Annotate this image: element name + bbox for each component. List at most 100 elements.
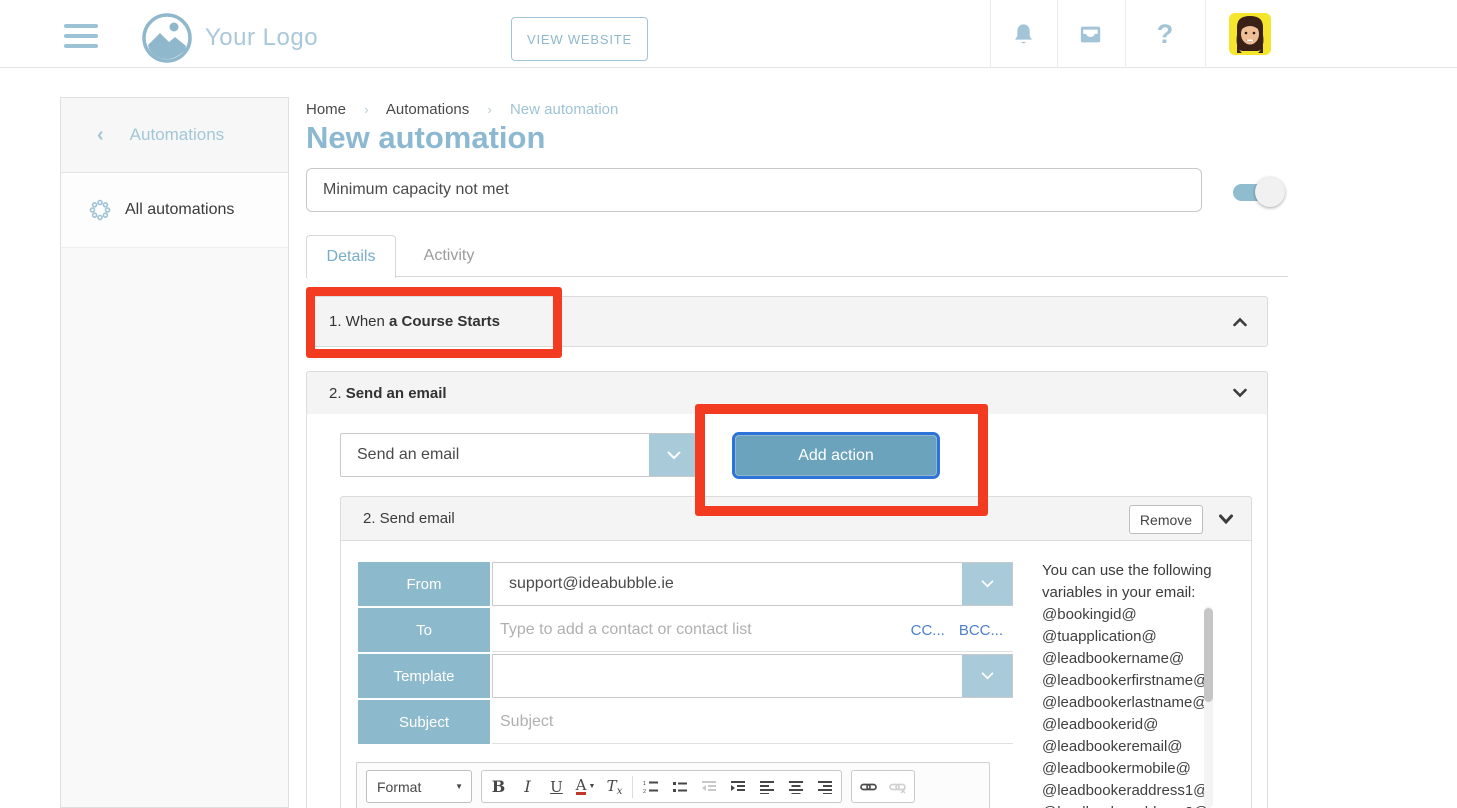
variables-scrollbar-track[interactable]: [1204, 606, 1213, 808]
remove-action-button[interactable]: Remove: [1129, 505, 1203, 534]
tab-details[interactable]: Details: [306, 235, 396, 278]
cc-link[interactable]: CC...: [911, 622, 945, 639]
automation-enabled-toggle[interactable]: [1233, 177, 1285, 207]
link-icon: [860, 780, 877, 794]
editor-button-group: B I U A ▼ Tx 12: [481, 770, 842, 803]
underline-button[interactable]: U: [542, 773, 571, 801]
breadcrumb-automations[interactable]: Automations: [386, 101, 469, 118]
action-type-select[interactable]: Send an email: [340, 433, 700, 477]
color-caret-icon: ▼: [588, 783, 595, 790]
breadcrumb-separator: ›: [487, 102, 491, 117]
view-website-button[interactable]: VIEW WEBSITE: [511, 17, 648, 61]
automation-name-input[interactable]: [306, 168, 1202, 212]
chevron-down-icon: [667, 451, 681, 460]
to-field: CC... BCC...: [492, 608, 1013, 652]
back-chevron-icon: ‹: [97, 124, 104, 147]
section-when-prefix: 1. When: [329, 313, 389, 330]
user-avatar[interactable]: [1229, 13, 1271, 55]
logo-icon[interactable]: [141, 12, 193, 69]
tab-bar: Details Activity: [306, 235, 1288, 277]
top-bar: Your Logo VIEW WEBSITE ?: [0, 0, 1457, 68]
action-type-value: Send an email: [357, 434, 459, 476]
variable-item: @leadbookermobile@: [1042, 758, 1218, 780]
to-label: To: [358, 608, 490, 652]
bold-button[interactable]: B: [484, 773, 513, 801]
section-send-email-header[interactable]: 2. Send an email: [306, 371, 1268, 415]
section-send-prefix: 2.: [329, 385, 346, 402]
insert-link-button[interactable]: [854, 773, 883, 801]
template-select[interactable]: [492, 654, 1013, 698]
from-dropdown-button[interactable]: [962, 563, 1012, 605]
add-action-button[interactable]: Add action: [735, 435, 937, 476]
subject-label: Subject: [358, 700, 490, 744]
ordered-list-icon: 12: [643, 780, 659, 794]
app-window: Your Logo VIEW WEBSITE ?: [0, 0, 1457, 808]
align-center-icon: [788, 780, 804, 794]
tab-activity[interactable]: Activity: [397, 235, 501, 277]
toggle-knob: [1255, 177, 1285, 207]
text-color-button[interactable]: A ▼: [571, 773, 600, 801]
sidebar-item-all-automations[interactable]: All automations: [61, 173, 288, 248]
sidebar-section-title: Automations: [130, 125, 225, 145]
bcc-link[interactable]: BCC...: [959, 622, 1003, 639]
chevron-down-icon: [981, 580, 994, 588]
bullet-list-button[interactable]: [665, 773, 694, 801]
subject-field: [492, 700, 1013, 744]
sidebar-back-automations[interactable]: ‹ Automations: [61, 98, 288, 173]
format-combo-label: Format: [377, 779, 455, 795]
italic-button[interactable]: I: [513, 773, 542, 801]
variables-panel: You can use the following variables in y…: [1042, 560, 1218, 808]
template-label: Template: [358, 654, 490, 698]
notifications-button[interactable]: [990, 0, 1057, 68]
send-email-panel-header[interactable]: 2. Send email Remove: [340, 496, 1252, 541]
unlink-icon: [889, 780, 906, 794]
automation-flower-icon: [89, 199, 111, 221]
outdent-button[interactable]: [694, 773, 723, 801]
variable-item: @leadbookerfirstname@: [1042, 670, 1218, 692]
variable-item: @leadbookername@: [1042, 648, 1218, 670]
from-label: From: [358, 562, 490, 606]
bullet-list-icon: [672, 780, 688, 794]
logo-text: Your Logo: [205, 24, 318, 52]
variable-item: @leadbookeraddress1@: [1042, 780, 1218, 802]
inbox-button[interactable]: [1057, 0, 1124, 68]
variable-item: @tuapplication@: [1042, 626, 1218, 648]
variables-scrollbar-thumb[interactable]: [1204, 608, 1213, 702]
section-when-header[interactable]: 1. When a Course Starts: [306, 296, 1268, 347]
section-when-title: a Course Starts: [389, 313, 500, 330]
from-field: [492, 562, 1013, 606]
align-left-button[interactable]: [752, 773, 781, 801]
remove-format-button[interactable]: Tx: [600, 773, 629, 801]
to-input[interactable]: [492, 608, 882, 651]
page-title: New automation: [306, 120, 545, 156]
editor-link-group: [851, 770, 915, 803]
breadcrumb: Home › Automations › New automation: [306, 101, 632, 118]
indent-icon: [730, 780, 746, 794]
variables-list: @bookingid@ @tuapplication@ @leadbookern…: [1042, 604, 1218, 808]
subject-input[interactable]: [492, 700, 882, 743]
align-center-button[interactable]: [781, 773, 810, 801]
format-combo[interactable]: Format ▼: [366, 770, 472, 803]
bell-icon: [1010, 21, 1037, 48]
send-email-panel-title: 2. Send email: [363, 510, 455, 527]
variable-item: @leadbookeremail@: [1042, 736, 1218, 758]
align-left-icon: [759, 780, 775, 794]
indent-button[interactable]: [723, 773, 752, 801]
remove-link-button[interactable]: [883, 773, 912, 801]
chevron-down-icon: [981, 672, 994, 680]
from-input[interactable]: [493, 563, 958, 605]
menu-icon[interactable]: [64, 24, 98, 52]
outdent-icon: [701, 780, 717, 794]
breadcrumb-home[interactable]: Home: [306, 101, 346, 118]
align-right-button[interactable]: [810, 773, 839, 801]
section-send-title: Send an email: [346, 385, 447, 402]
template-dropdown-button[interactable]: [962, 655, 1012, 697]
help-icon: ?: [1157, 19, 1174, 50]
chevron-up-icon: [1233, 317, 1247, 326]
ordered-list-button[interactable]: 12: [636, 773, 665, 801]
topbar-divider: [1205, 0, 1206, 68]
breadcrumb-current: New automation: [510, 101, 618, 118]
help-button[interactable]: ?: [1125, 0, 1205, 68]
breadcrumb-separator: ›: [364, 102, 368, 117]
select-dropdown-button[interactable]: [649, 434, 699, 476]
